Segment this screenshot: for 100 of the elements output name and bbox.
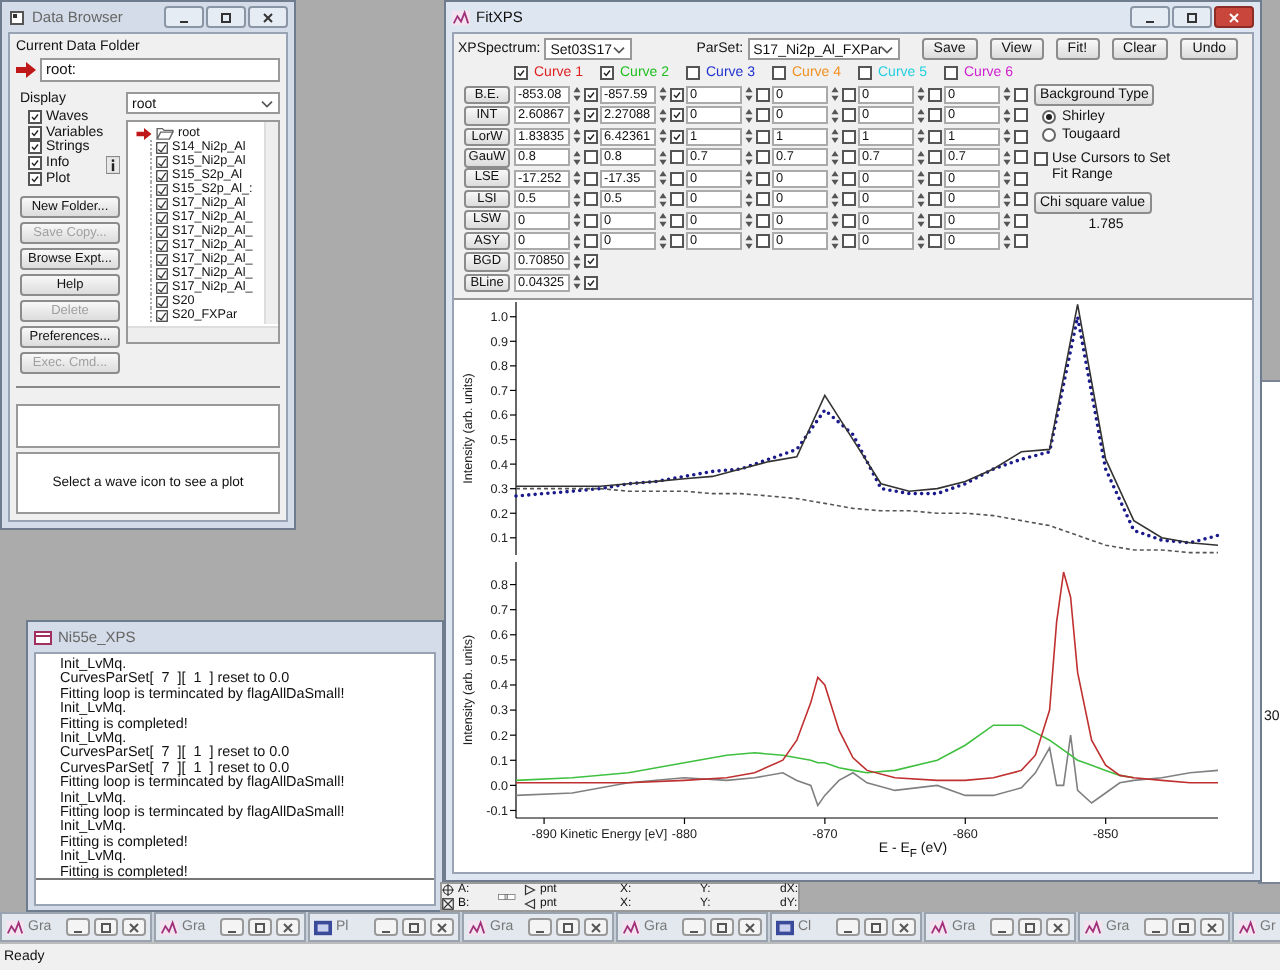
- scrollbar[interactable]: [264, 122, 278, 324]
- maximize-button[interactable]: [94, 918, 118, 936]
- checkbox[interactable]: [842, 87, 856, 102]
- close-button[interactable]: [892, 918, 916, 936]
- checkbox[interactable]: [584, 192, 598, 207]
- close-button[interactable]: [248, 6, 288, 28]
- checkbox[interactable]: [928, 129, 942, 144]
- checkbox[interactable]: [28, 140, 42, 155]
- checkbox[interactable]: [584, 213, 598, 228]
- checkbox[interactable]: [670, 234, 684, 248]
- checkbox[interactable]: [928, 108, 942, 123]
- close-button[interactable]: [1046, 918, 1070, 936]
- checkbox[interactable]: [772, 66, 786, 80]
- close-button[interactable]: [584, 918, 608, 936]
- minimize-button[interactable]: [836, 918, 860, 936]
- maximize-button[interactable]: [1018, 918, 1042, 936]
- checkbox[interactable]: [670, 171, 684, 186]
- minimize-button[interactable]: [682, 918, 706, 936]
- minimize-button[interactable]: [66, 918, 90, 936]
- maximize-button[interactable]: [206, 6, 246, 28]
- info-icon[interactable]: [106, 156, 120, 174]
- checkbox[interactable]: [1014, 150, 1028, 165]
- checkbox[interactable]: [756, 150, 770, 165]
- checkbox[interactable]: [670, 192, 684, 207]
- close-button[interactable]: [276, 918, 300, 936]
- radio-button[interactable]: [1042, 128, 1056, 142]
- checkbox[interactable]: [842, 108, 856, 123]
- checkbox[interactable]: [28, 125, 42, 140]
- close-button[interactable]: [430, 918, 454, 936]
- checkbox[interactable]: [584, 254, 598, 269]
- checkbox[interactable]: [756, 171, 770, 186]
- checkbox[interactable]: [1034, 152, 1048, 166]
- maximize-button[interactable]: [248, 918, 272, 936]
- scrollbar[interactable]: [128, 326, 278, 342]
- graph-icon: [930, 919, 948, 935]
- close-button[interactable]: [1200, 918, 1224, 936]
- maximize-button[interactable]: [402, 918, 426, 936]
- checkbox[interactable]: [28, 156, 42, 171]
- checkbox[interactable]: [670, 87, 684, 102]
- arrow-icon: [136, 127, 152, 139]
- checkbox[interactable]: [1014, 213, 1028, 228]
- checkbox[interactable]: [928, 87, 942, 102]
- checkbox[interactable]: [842, 234, 856, 248]
- checkbox[interactable]: [756, 192, 770, 207]
- checkbox[interactable]: [28, 171, 42, 186]
- minimize-button[interactable]: [220, 918, 244, 936]
- maximize-button[interactable]: [1172, 918, 1196, 936]
- graph-icon: [452, 9, 470, 25]
- close-button[interactable]: [738, 918, 762, 936]
- checkbox[interactable]: [584, 150, 598, 165]
- checkbox[interactable]: [756, 234, 770, 248]
- checkbox[interactable]: [842, 192, 856, 207]
- checkbox[interactable]: [756, 108, 770, 123]
- checkbox[interactable]: [1014, 129, 1028, 144]
- maximize-button[interactable]: [710, 918, 734, 936]
- checkbox[interactable]: [584, 275, 598, 290]
- minimize-button[interactable]: [528, 918, 552, 936]
- checkbox[interactable]: [28, 110, 42, 125]
- checkbox[interactable]: [928, 213, 942, 228]
- checkbox[interactable]: [756, 129, 770, 144]
- checkbox[interactable]: [1014, 192, 1028, 207]
- checkbox[interactable]: [1014, 87, 1028, 102]
- checkbox[interactable]: [1014, 234, 1028, 248]
- checkbox[interactable]: [670, 108, 684, 123]
- minimize-button[interactable]: [1144, 918, 1168, 936]
- checkbox[interactable]: [600, 66, 614, 80]
- checkbox[interactable]: [1014, 171, 1028, 186]
- checkbox[interactable]: [944, 66, 958, 80]
- checkbox[interactable]: [928, 171, 942, 186]
- checkbox[interactable]: [928, 150, 942, 165]
- folder-icon[interactable]: [156, 126, 174, 140]
- checkbox[interactable]: [670, 150, 684, 165]
- minimize-button[interactable]: [374, 918, 398, 936]
- checkbox[interactable]: [756, 87, 770, 102]
- checkbox[interactable]: [756, 213, 770, 228]
- checkbox[interactable]: [686, 66, 700, 80]
- checkbox[interactable]: [584, 129, 598, 144]
- checkbox[interactable]: [514, 66, 528, 80]
- checkbox[interactable]: [584, 87, 598, 102]
- radio-button[interactable]: [1042, 110, 1056, 124]
- maximize-button[interactable]: [556, 918, 580, 936]
- checkbox[interactable]: [842, 171, 856, 186]
- maximize-button[interactable]: [1172, 6, 1212, 28]
- checkbox[interactable]: [928, 234, 942, 248]
- checkbox[interactable]: [928, 192, 942, 207]
- checkbox[interactable]: [1014, 108, 1028, 123]
- checkbox[interactable]: [584, 108, 598, 123]
- minimize-button[interactable]: [990, 918, 1014, 936]
- checkbox[interactable]: [670, 213, 684, 228]
- checkbox[interactable]: [670, 129, 684, 144]
- close-button[interactable]: [1214, 6, 1254, 28]
- checkbox[interactable]: [584, 171, 598, 186]
- checkbox[interactable]: [842, 213, 856, 228]
- checkbox[interactable]: [842, 129, 856, 144]
- maximize-button[interactable]: [864, 918, 888, 936]
- checkbox[interactable]: [858, 66, 872, 80]
- close-button[interactable]: [122, 918, 146, 936]
- checkbox[interactable]: [584, 234, 598, 248]
- close-icon: [258, 9, 278, 25]
- checkbox[interactable]: [842, 150, 856, 165]
